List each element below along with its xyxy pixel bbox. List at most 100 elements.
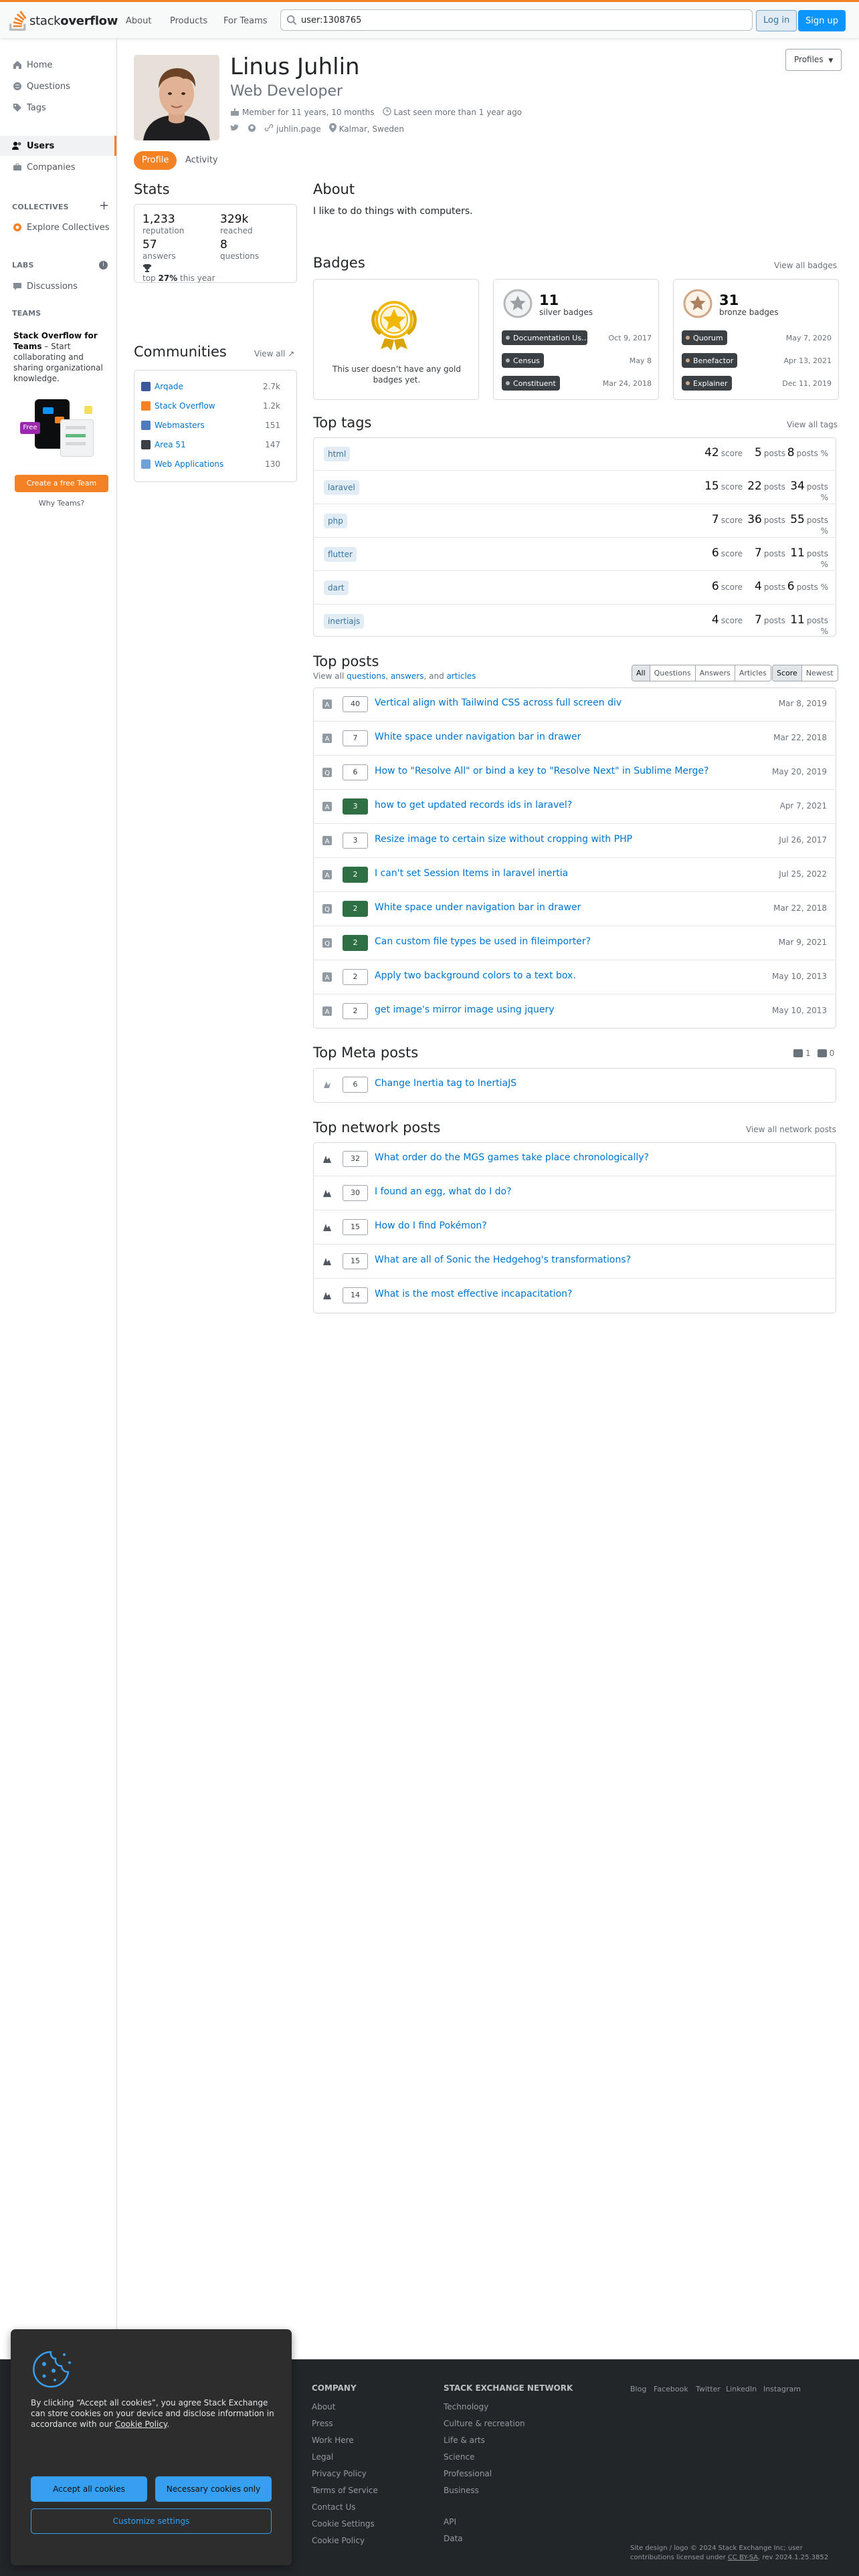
footer-network-link[interactable]: Data	[444, 2534, 463, 2543]
footer-social-link[interactable]: Blog	[630, 2385, 646, 2393]
accept-all-cookies-button[interactable]: Accept all cookies	[31, 2476, 147, 2502]
footer-social-link[interactable]: LinkedIn	[726, 2385, 757, 2393]
search-input[interactable]	[301, 15, 702, 25]
sort-newest[interactable]: Newest	[801, 665, 838, 681]
footer-network-link[interactable]: Science	[444, 2452, 475, 2462]
signup-button[interactable]: Sign up	[798, 10, 846, 31]
necessary-cookies-button[interactable]: Necessary cookies only	[155, 2476, 272, 2502]
footer-company-link[interactable]: Work Here	[312, 2436, 354, 2445]
filter-answers[interactable]: Answers	[695, 665, 735, 681]
badge-pill[interactable]: Quorum	[682, 330, 727, 345]
why-teams-link[interactable]: Why Teams?	[15, 499, 108, 508]
post-title-link[interactable]: White space under navigation bar in draw…	[375, 902, 581, 913]
post-title-link[interactable]: I found an egg, what do I do?	[375, 1186, 512, 1197]
stackoverflow-logo[interactable]: stackoverflow	[9, 11, 118, 31]
tag-chip[interactable]: flutter	[324, 547, 357, 562]
footer-company-link[interactable]: Terms of Service	[312, 2486, 378, 2495]
badge-pill[interactable]: Explainer	[682, 376, 732, 391]
tab-profile[interactable]: Profile	[134, 151, 177, 170]
post-title-link[interactable]: Resize image to certain size without cro…	[375, 834, 632, 845]
view-all-badges-link[interactable]: View all badges	[774, 261, 837, 270]
nav-for-teams[interactable]: For Teams	[218, 13, 273, 29]
sidebar-item-users[interactable]: Users	[0, 136, 116, 156]
profiles-dropdown[interactable]: Profiles ▼	[785, 49, 842, 71]
login-button[interactable]: Log in	[756, 10, 797, 31]
tag-chip[interactable]: php	[324, 514, 347, 528]
filter-all[interactable]: All	[632, 665, 650, 681]
badge-pill[interactable]: Benefactor	[682, 353, 738, 368]
sidebar-item-companies[interactable]: Companies	[0, 157, 116, 177]
footer-company-link[interactable]: Cookie Settings	[312, 2519, 375, 2529]
community-row[interactable]: Area 51 147	[141, 435, 288, 454]
footer-company-link[interactable]: Contact Us	[312, 2502, 356, 2512]
badge-pill[interactable]: Constituent	[502, 376, 560, 391]
badge-pill[interactable]: Census	[502, 353, 544, 368]
post-title-link[interactable]: how to get updated records ids in larave…	[375, 800, 572, 811]
footer-network-link[interactable]: Technology	[444, 2402, 488, 2411]
post-title-link[interactable]: I can't set Session Items in laravel ine…	[375, 868, 568, 879]
footer-network-link[interactable]: Culture & recreation	[444, 2419, 525, 2428]
footer-company-link[interactable]: Press	[312, 2419, 333, 2428]
footer-network-link[interactable]: Life & arts	[444, 2436, 485, 2445]
footer-network-link[interactable]: Business	[444, 2486, 479, 2495]
nav-about[interactable]: About	[120, 13, 157, 29]
post-title-link[interactable]: Vertical align with Tailwind CSS across …	[375, 697, 622, 708]
post-title-link[interactable]: Apply two background colors to a text bo…	[375, 970, 576, 981]
github-icon[interactable]	[248, 124, 256, 134]
post-title-link[interactable]: Can custom file types be used in fileimp…	[375, 936, 591, 947]
sidebar-item-discussions[interactable]: Discussions	[0, 276, 116, 296]
footer-network-link[interactable]: Professional	[444, 2469, 492, 2478]
post-title-link[interactable]: What are all of Sonic the Hedgehog's tra…	[375, 1255, 631, 1265]
filter-questions[interactable]: Questions	[650, 665, 696, 681]
search-box[interactable]	[280, 9, 753, 31]
footer-company-link[interactable]: About	[312, 2402, 335, 2411]
sort-score[interactable]: Score	[773, 665, 802, 681]
badge-pill[interactable]: Documentation Us…	[502, 330, 587, 345]
communities-view-all-link[interactable]: View all ↗	[254, 349, 294, 358]
add-collective-icon[interactable]: +	[99, 199, 109, 213]
sidebar-item-questions[interactable]: Questions	[0, 76, 116, 96]
questions-link[interactable]: questions	[347, 671, 385, 681]
post-title-link[interactable]: How to "Resolve All" or bind a key to "R…	[375, 766, 708, 776]
twitter-icon[interactable]	[230, 124, 240, 134]
post-title-link[interactable]: Change Inertia tag to InertiaJS	[375, 1078, 516, 1089]
post-score: 40	[343, 696, 368, 712]
footer-company-link[interactable]: Legal	[312, 2452, 333, 2462]
answers-link[interactable]: answers	[391, 671, 424, 681]
create-free-team-button[interactable]: Create a free Team	[15, 475, 108, 492]
filter-articles[interactable]: Articles	[735, 665, 771, 681]
tag-chip[interactable]: laravel	[324, 480, 359, 495]
footer-company-link[interactable]: Privacy Policy	[312, 2469, 367, 2478]
post-title-link[interactable]: What is the most effective incapacitatio…	[375, 1289, 572, 1299]
community-row[interactable]: Stack Overflow 1.2k	[141, 397, 288, 415]
view-all-tags-link[interactable]: View all tags	[787, 420, 838, 429]
footer-social-link[interactable]: Instagram	[763, 2385, 801, 2393]
articles-link[interactable]: articles	[447, 671, 476, 681]
license-link[interactable]: CC BY-SA	[728, 2554, 758, 2561]
customize-settings-button[interactable]: Customize settings	[31, 2508, 272, 2534]
footer-social-link[interactable]: Twitter	[696, 2385, 721, 2393]
community-row[interactable]: Webmasters 151	[141, 416, 288, 435]
sidebar-item-tags[interactable]: Tags	[0, 98, 116, 118]
sidebar-item-explore-collectives[interactable]: Explore Collectives	[0, 217, 116, 237]
post-title-link[interactable]: White space under navigation bar in draw…	[375, 732, 581, 742]
post-title-link[interactable]: How do I find Pokémon?	[375, 1220, 487, 1231]
website-link[interactable]: juhlin.page	[276, 124, 321, 134]
view-all-network-link[interactable]: View all network posts	[746, 1125, 836, 1134]
community-row[interactable]: Arqade 2.7k	[141, 377, 288, 396]
sidebar-item-home[interactable]: Home	[0, 55, 116, 75]
tag-chip[interactable]: html	[324, 447, 351, 461]
community-row[interactable]: Web Applications 130	[141, 455, 288, 473]
post-score: 6	[343, 764, 368, 780]
tab-activity[interactable]: Activity	[179, 151, 225, 170]
post-title-link[interactable]: What order do the MGS games take place c…	[375, 1152, 649, 1163]
footer-social-link[interactable]: Facebook	[654, 2385, 688, 2393]
footer-network-link[interactable]: API	[444, 2517, 456, 2527]
tag-chip[interactable]: dart	[324, 580, 349, 595]
tag-chip[interactable]: inertiajs	[324, 614, 365, 629]
cookie-policy-link[interactable]: Cookie Policy	[115, 2420, 167, 2429]
footer-company-link[interactable]: Cookie Policy	[312, 2536, 365, 2545]
info-icon[interactable]: i	[99, 261, 108, 270]
post-title-link[interactable]: get image's mirror image using jquery	[375, 1004, 555, 1015]
nav-products[interactable]: Products	[165, 13, 213, 29]
